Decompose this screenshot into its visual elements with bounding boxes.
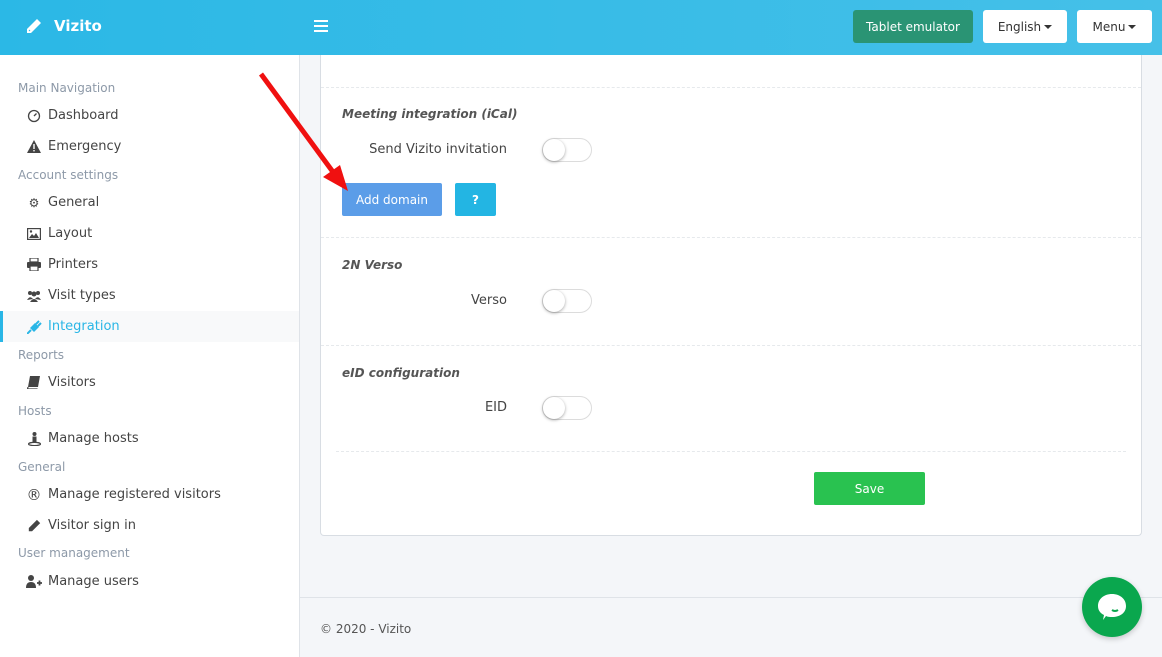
divider [336,451,1126,452]
street-view-icon [26,431,42,446]
sidebar-item-visit-types[interactable]: Visit types [0,280,299,311]
sidebar-item-label: Integration [48,319,120,334]
sidebar-item-printers[interactable]: Printers [0,249,299,280]
image-icon [26,227,42,241]
brand-logo[interactable]: Vizito [26,17,102,35]
menu-label: Menu [1092,19,1126,34]
top-navbar: Vizito Tablet emulator English Menu [0,0,1162,55]
sidebar-item-label: General [48,195,100,210]
verso-label: Verso [471,293,507,308]
add-domain-button[interactable]: Add domain [342,183,442,216]
sidebar-item-label: Manage hosts [48,431,139,446]
toggle-knob [543,139,565,161]
plug-icon [26,319,42,334]
footer: © 2020 - Vizito [300,597,1162,657]
language-label: English [997,19,1042,34]
eid-section-title: eID configuration [342,366,460,380]
registered-icon: ® [26,485,42,504]
sidebar-item-label: Dashboard [48,108,119,123]
caret-down-icon [1128,24,1137,29]
sidebar-item-label: Manage registered visitors [48,487,221,502]
sidebar-item-label: Printers [48,257,99,272]
eid-toggle[interactable] [542,396,592,420]
printer-icon [26,258,42,272]
divider [321,237,1141,238]
sidebar-item-manage-hosts[interactable]: Manage hosts [0,423,299,454]
send-invitation-toggle[interactable] [542,138,592,162]
sidebar-item-manage-users[interactable]: Manage users [0,566,299,597]
pencil-icon [26,519,42,533]
sidebar-item-dashboard[interactable]: Dashboard [0,100,299,131]
nav-header-account: Account settings [18,168,119,182]
send-invitation-label: Send Vizito invitation [369,142,507,157]
sidebar-item-layout[interactable]: Layout [0,218,299,249]
toggle-knob [543,397,565,419]
language-dropdown[interactable]: English [983,10,1067,43]
nav-header-reports: Reports [18,348,65,362]
sidebar: Main Navigation Dashboard Emergency Acco… [0,55,300,657]
help-button[interactable]: ? [455,183,496,216]
sidebar-item-general[interactable]: ⚙ General [0,187,299,218]
nav-header-general: General [18,460,66,474]
brand-name: Vizito [54,17,102,35]
nav-header-hosts: Hosts [18,404,52,418]
sidebar-item-registered-visitors[interactable]: ® Manage registered visitors [0,479,299,510]
nav-header-user-management: User management [18,546,130,560]
verso-section-title: 2N Verso [342,258,403,272]
sidebar-item-label: Visitors [48,375,96,390]
sidebar-item-integration[interactable]: Integration [0,311,299,342]
save-button[interactable]: Save [814,472,925,505]
divider [321,87,1141,88]
chat-bubble-icon [1098,594,1126,620]
ical-section-title: Meeting integration (iCal) [342,107,518,121]
users-icon [26,289,42,303]
verso-toggle[interactable] [542,289,592,313]
dashboard-gauge-icon [26,109,42,123]
sidebar-item-visitor-sign-in[interactable]: Visitor sign in [0,510,299,541]
sidebar-item-label: Layout [48,226,93,241]
eid-label: EID [484,400,507,415]
nav-header-main: Main Navigation [18,81,116,95]
pencil-icon [27,19,41,33]
user-plus-icon [26,575,42,589]
integration-settings-card: Meeting integration (iCal) Send Vizito i… [320,55,1142,536]
copyright-text: © 2020 - Vizito [320,622,412,636]
sidebar-item-label: Emergency [48,139,122,154]
book-icon [26,376,42,390]
hamburger-icon[interactable] [314,20,328,32]
sidebar-item-label: Manage users [48,574,139,589]
gear-icon: ⚙ [28,195,40,210]
sidebar-item-visitors[interactable]: Visitors [0,367,299,398]
sidebar-item-emergency[interactable]: Emergency [0,131,299,162]
chat-widget-button[interactable] [1082,577,1142,637]
caret-down-icon [1044,24,1053,29]
warning-icon [26,140,42,154]
sidebar-item-label: Visitor sign in [48,518,136,533]
divider [321,345,1141,346]
tablet-emulator-button[interactable]: Tablet emulator [853,10,973,43]
sidebar-item-label: Visit types [48,288,116,303]
menu-dropdown[interactable]: Menu [1077,10,1152,43]
toggle-knob [543,290,565,312]
